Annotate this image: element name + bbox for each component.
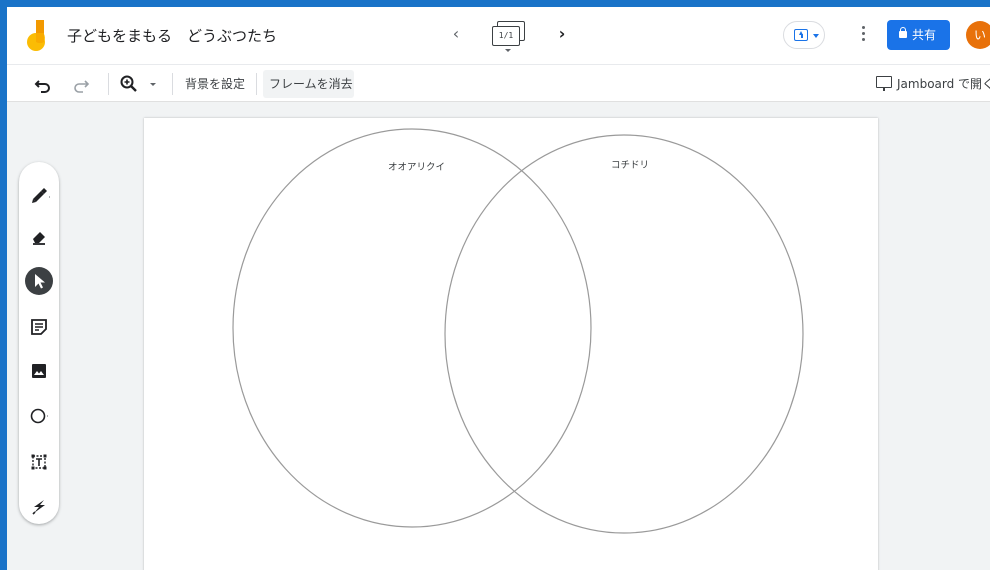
tool-sticky-note[interactable] (25, 313, 53, 341)
venn-diagram (232, 128, 804, 534)
previous-frame-button[interactable]: ‹ (447, 25, 465, 43)
tool-shape[interactable] (25, 402, 53, 430)
open-in-app-icon (876, 76, 892, 88)
undo-button[interactable] (33, 74, 53, 94)
clear-frame-label: フレームを消去 (269, 77, 353, 91)
cursor-arrow-icon (35, 274, 45, 289)
caret-down-icon (505, 49, 511, 52)
open-in-jamboard-label: Jamboard で開く (897, 77, 990, 91)
sticky-note-icon (31, 319, 47, 335)
board-title[interactable]: 子どもをまもる どうぶつたち (67, 25, 277, 46)
top-header: 子どもをまもる どうぶつたち ‹ 1/1 › 共有 い (7, 7, 990, 64)
present-button[interactable] (783, 21, 825, 49)
image-icon (32, 364, 46, 378)
set-background-button[interactable]: 背景を設定 (185, 75, 245, 92)
venn-label-right[interactable]: コチドリ (611, 157, 649, 171)
laser-pointer-icon (32, 500, 45, 515)
lock-icon (899, 27, 907, 38)
share-button[interactable]: 共有 (887, 20, 950, 50)
edit-toolbar: 背景を設定 フレームを消去 Jamboard で開く (7, 64, 990, 102)
frame-bar-toggle[interactable]: 1/1 (491, 21, 529, 53)
tool-pen[interactable] (25, 179, 53, 207)
redo-icon (74, 80, 90, 93)
toolbar-divider (172, 73, 173, 95)
venn-label-left[interactable]: オオアリクイ (388, 159, 445, 173)
tool-select[interactable] (25, 267, 53, 295)
undo-icon (34, 80, 50, 93)
zoom-in-icon (120, 75, 137, 92)
pen-icon (32, 188, 50, 203)
jamboard-logo[interactable] (27, 20, 49, 52)
chevron-left-icon: ‹ (452, 24, 460, 43)
tool-eraser[interactable] (25, 222, 53, 250)
toolbar-divider (108, 73, 109, 95)
chevron-right-icon: › (558, 24, 566, 43)
tool-image[interactable] (25, 357, 53, 385)
share-label: 共有 (912, 28, 937, 42)
venn-circle-right (444, 134, 804, 534)
eraser-icon (33, 232, 45, 245)
redo-button[interactable] (71, 74, 91, 94)
tool-text-box[interactable] (25, 448, 53, 476)
venn-circle-left (232, 128, 592, 528)
dropdown-caret-icon (813, 34, 819, 38)
clear-frame-button[interactable]: フレームを消去 (263, 70, 354, 98)
toolbar-divider (256, 73, 257, 95)
jam-canvas[interactable]: オオアリクイ コチドリ (144, 118, 878, 570)
more-vert-icon (862, 26, 865, 29)
jamboard-app: 子どもをまもる どうぶつたち ‹ 1/1 › 共有 い 背景を設定 フレームを消… (7, 7, 990, 570)
frame-counter: 1/1 (492, 26, 520, 46)
next-frame-button[interactable]: › (553, 25, 571, 43)
zoom-dropdown[interactable] (147, 74, 159, 94)
tool-laser[interactable] (25, 492, 53, 520)
more-options-button[interactable] (857, 23, 869, 45)
user-avatar[interactable]: い (966, 21, 990, 49)
zoom-button[interactable] (119, 74, 139, 94)
caret-down-icon (150, 83, 156, 86)
circle-shape-icon (30, 408, 48, 424)
tool-rail (19, 162, 59, 524)
text-box-icon (31, 454, 47, 470)
